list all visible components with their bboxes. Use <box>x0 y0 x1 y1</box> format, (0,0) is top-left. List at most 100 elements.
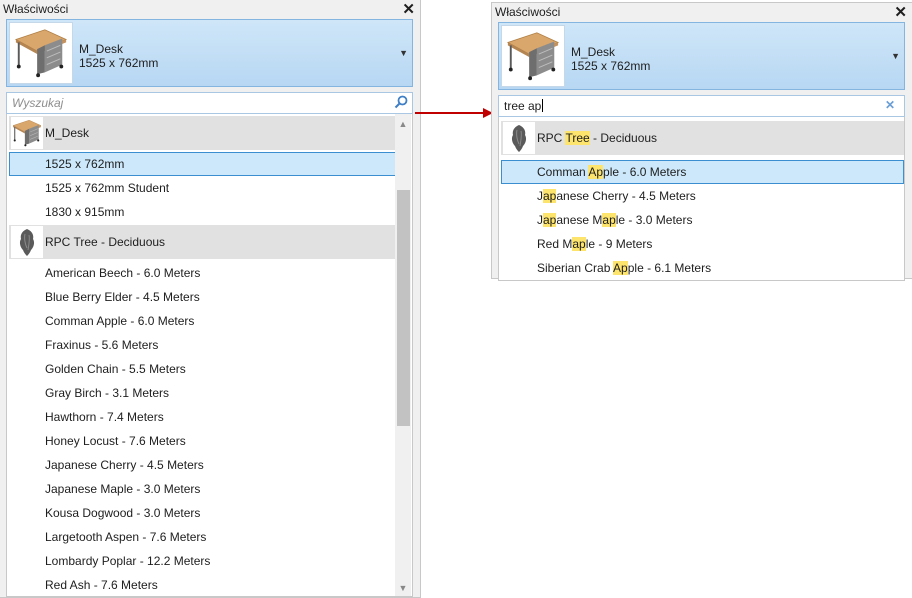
result-label: Japanese Cherry - 4.5 Meters <box>537 189 696 203</box>
scrollbar-thumb[interactable] <box>397 190 410 426</box>
desk-thumbnail-icon <box>501 25 565 87</box>
result-row[interactable]: Japanese Cherry - 4.5 Meters <box>501 184 904 208</box>
type-row[interactable]: Gray Birch - 3.1 Meters <box>9 381 396 405</box>
close-icon[interactable]: ✕ <box>402 0 415 18</box>
type-size-name: 1525 x 762mm <box>571 59 651 73</box>
type-label: 1525 x 762mm Student <box>45 181 170 195</box>
type-row[interactable]: Fraxinus - 5.6 Meters <box>9 333 396 357</box>
dropdown-caret-icon[interactable]: ▼ <box>891 51 900 61</box>
type-selector[interactable]: M_Desk 1525 x 762mm ▼ <box>6 19 413 87</box>
type-list: M_Desk 1525 x 762mm 1525 x 762mm Student 18… <box>6 114 413 597</box>
result-row[interactable]: Red Maple - 9 Meters <box>501 232 904 256</box>
label-part: anese M <box>556 213 603 227</box>
type-row[interactable]: Blue Berry Elder - 4.5 Meters <box>9 285 396 309</box>
tree-thumbnail-icon <box>503 122 535 154</box>
family-label: M_Desk <box>45 126 90 140</box>
label-part: Comman <box>537 165 589 179</box>
match-highlight: Ap <box>613 261 628 275</box>
result-row[interactable]: Comman Apple - 6.0 Meters <box>501 160 904 184</box>
search-input[interactable]: tree ap ✕ <box>498 95 905 117</box>
close-icon[interactable]: ✕ <box>894 3 907 21</box>
type-row[interactable]: Kousa Dogwood - 3.0 Meters <box>9 501 396 525</box>
scroll-up-icon[interactable]: ▲ <box>395 116 411 132</box>
match-highlight: Ap <box>588 165 604 179</box>
family-label: RPC Tree - Deciduous <box>45 235 166 249</box>
type-family-name: M_Desk <box>571 45 616 59</box>
type-row[interactable]: Japanese Cherry - 4.5 Meters <box>9 453 396 477</box>
type-label: 1830 x 915mm <box>45 205 125 219</box>
result-label: Japanese Maple - 3.0 Meters <box>537 213 692 227</box>
type-label: Lombardy Poplar - 12.2 Meters <box>45 554 211 568</box>
result-label: Red Maple - 9 Meters <box>537 237 652 251</box>
dropdown-caret-icon[interactable]: ▼ <box>399 48 408 58</box>
type-row[interactable]: 1525 x 762mm Student <box>9 176 396 200</box>
panel-title: Właściwości <box>495 5 561 19</box>
scroll-down-icon[interactable]: ▼ <box>395 580 411 596</box>
properties-panel-left: Właściwości ✕ M_Desk 1525 x 762mm ▼ Wysz… <box>0 0 421 598</box>
type-row[interactable]: Honey Locust - 7.6 Meters <box>9 429 396 453</box>
type-row[interactable]: 1830 x 915mm <box>9 200 396 224</box>
properties-panel-right: Właściwości ✕ M_Desk 1525 x 762mm ▼ tree… <box>491 2 912 281</box>
type-label: Golden Chain - 5.5 Meters <box>45 362 186 376</box>
match-highlight: Tree <box>565 131 590 145</box>
label-part: Siberian Crab <box>537 261 614 275</box>
type-row[interactable]: Hawthorn - 7.4 Meters <box>9 405 396 429</box>
red-arrow-icon <box>415 108 493 118</box>
label-part: RPC <box>537 131 566 145</box>
clear-icon[interactable]: ✕ <box>885 98 895 112</box>
type-row[interactable]: Lombardy Poplar - 12.2 Meters <box>9 549 396 573</box>
type-label: Red Ash - 7.6 Meters <box>45 578 158 592</box>
panel-title: Właściwości <box>3 2 69 16</box>
result-label: Comman Apple - 6.0 Meters <box>537 165 686 179</box>
type-label: Gray Birch - 3.1 Meters <box>45 386 170 400</box>
result-row[interactable]: Japanese Maple - 3.0 Meters <box>501 208 904 232</box>
search-input[interactable]: Wyszukaj <box>6 92 413 114</box>
type-label: Largetooth Aspen - 7.6 Meters <box>45 530 207 544</box>
label-part: - Deciduous <box>589 131 658 145</box>
type-row[interactable]: Japanese Maple - 3.0 Meters <box>9 477 396 501</box>
type-row[interactable]: Red Ash - 7.6 Meters <box>9 573 396 596</box>
desk-thumbnail-icon <box>9 22 73 84</box>
type-label: Kousa Dogwood - 3.0 Meters <box>45 506 201 520</box>
label-part: Red M <box>537 237 573 251</box>
type-label: Japanese Maple - 3.0 Meters <box>45 482 201 496</box>
type-label: American Beech - 6.0 Meters <box>45 266 201 280</box>
type-row[interactable]: Comman Apple - 6.0 Meters <box>9 309 396 333</box>
label-part: ple - 6.0 Meters <box>603 165 687 179</box>
result-label: Siberian Crab Apple - 6.1 Meters <box>537 261 711 275</box>
type-label: Blue Berry Elder - 4.5 Meters <box>45 290 200 304</box>
type-label: Japanese Cherry - 4.5 Meters <box>45 458 204 472</box>
family-row[interactable]: RPC Tree - Deciduous <box>501 121 904 155</box>
search-value: tree ap <box>504 99 542 113</box>
label-part: le - 9 Meters <box>585 237 653 251</box>
type-row[interactable]: Golden Chain - 5.5 Meters <box>9 357 396 381</box>
type-family-name: M_Desk <box>79 42 124 56</box>
family-row[interactable]: RPC Tree - Deciduous <box>9 225 396 259</box>
type-selector[interactable]: M_Desk 1525 x 762mm ▼ <box>498 22 905 90</box>
match-highlight: ap <box>602 213 616 227</box>
type-row[interactable]: 1525 x 762mm <box>9 152 396 176</box>
label-part: ple - 6.1 Meters <box>627 261 712 275</box>
tree-thumbnail-icon <box>11 226 43 258</box>
result-row[interactable]: Siberian Crab Apple - 6.1 Meters <box>501 256 904 280</box>
label-part: le - 3.0 Meters <box>615 213 693 227</box>
label-part: anese Cherry - 4.5 Meters <box>556 189 696 203</box>
type-row[interactable]: American Beech - 6.0 Meters <box>9 261 396 285</box>
type-label: Honey Locust - 7.6 Meters <box>45 434 186 448</box>
type-row[interactable]: Largetooth Aspen - 7.6 Meters <box>9 525 396 549</box>
family-label: RPC Tree - Deciduous <box>537 131 657 145</box>
type-label: Fraxinus - 5.6 Meters <box>45 338 159 352</box>
family-row[interactable]: M_Desk <box>9 116 396 150</box>
search-icon[interactable] <box>394 95 408 112</box>
match-highlight: ap <box>572 237 586 251</box>
scrollbar[interactable]: ▲ ▼ <box>395 114 411 596</box>
match-highlight: ap <box>543 189 557 203</box>
type-label: Comman Apple - 6.0 Meters <box>45 314 195 328</box>
filtered-type-list: RPC Tree - Deciduous Comman Apple - 6.0 M… <box>498 117 905 281</box>
match-highlight: ap <box>543 213 557 227</box>
search-placeholder: Wyszukaj <box>12 96 64 110</box>
type-size-name: 1525 x 762mm <box>79 56 159 70</box>
type-label: Hawthorn - 7.4 Meters <box>45 410 164 424</box>
type-label: 1525 x 762mm <box>45 157 125 171</box>
desk-thumbnail-icon <box>11 117 43 149</box>
